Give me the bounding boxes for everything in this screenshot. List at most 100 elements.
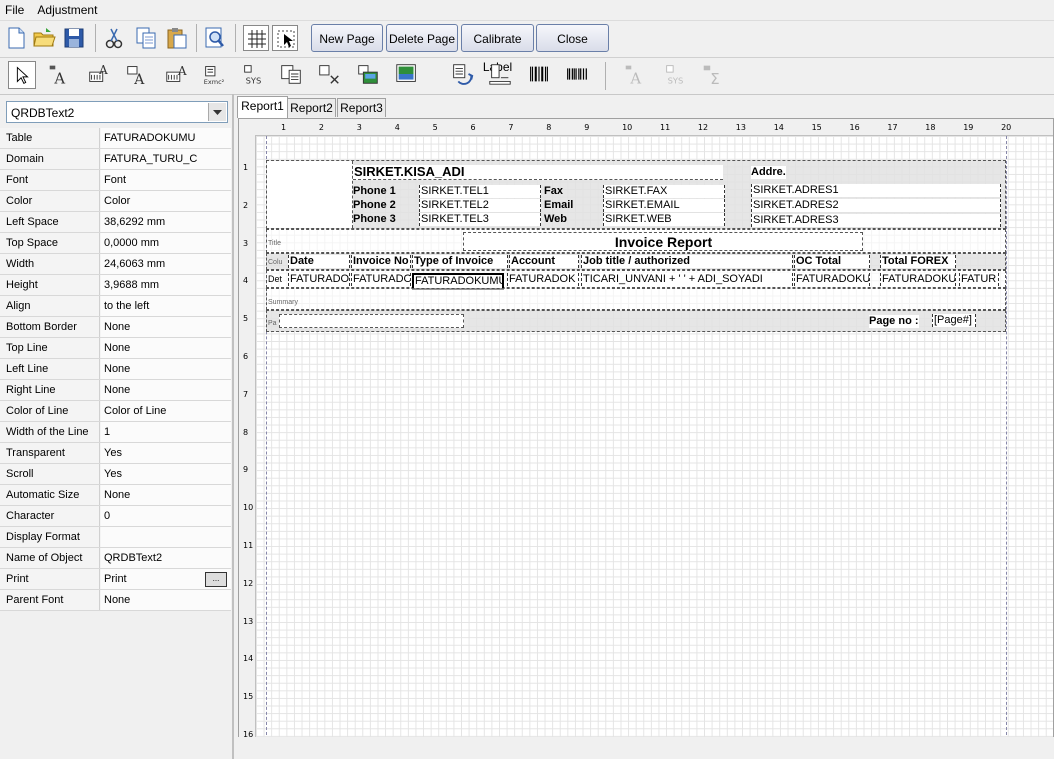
property-row[interactable]: Transparent Yes — [0, 443, 231, 464]
address1-field[interactable]: SIRKET.ADRES1 — [751, 184, 1001, 197]
property-row[interactable]: Automatic Size None — [0, 485, 231, 506]
fax-field[interactable]: SIRKET.FAX — [603, 185, 725, 198]
delete-page-button[interactable]: Delete Page — [386, 24, 458, 52]
shape-tool-icon[interactable] — [316, 61, 344, 89]
property-value[interactable]: Color of Line — [101, 401, 231, 421]
tab-report1[interactable]: Report1 — [237, 96, 288, 118]
barcode2-tool-icon[interactable] — [564, 61, 592, 89]
property-value[interactable]: 38,6292 mm — [101, 212, 231, 232]
menu-file[interactable]: File — [0, 0, 29, 17]
web-field[interactable]: SIRKET.WEB — [603, 213, 725, 226]
property-value[interactable]: 24,6063 mm — [101, 254, 231, 274]
address-label[interactable]: Addre. — [751, 166, 786, 179]
horizontal-scrollbar[interactable] — [238, 737, 1054, 759]
tel2-field[interactable]: SIRKET.TEL2 — [419, 199, 541, 212]
save-icon[interactable] — [61, 25, 87, 51]
component-select[interactable]: QRDBText2 — [6, 101, 228, 123]
property-value[interactable]: Color — [101, 191, 231, 211]
report-canvas[interactable]: SIRKET.KISA_ADI Phone 1 Phone 2 Phone 3 … — [256, 136, 1053, 758]
detail-job-title-field[interactable]: TICARI_UNVANI + ' ' + ADI_SOYADI — [581, 273, 793, 286]
memo-tool-icon[interactable] — [278, 61, 306, 89]
paste-icon[interactable] — [164, 25, 190, 51]
label-tool-icon[interactable]: A — [46, 61, 74, 89]
panel-splitter[interactable] — [232, 94, 234, 759]
property-row[interactable]: Height 3,9688 mm — [0, 275, 231, 296]
property-row[interactable]: Align to the left — [0, 296, 231, 317]
cut-icon[interactable] — [101, 25, 127, 51]
header-account[interactable]: Account — [509, 255, 579, 268]
image-tool-icon[interactable] — [355, 61, 383, 89]
property-value[interactable]: Yes — [101, 443, 231, 463]
property-row[interactable]: Print Print... — [0, 569, 231, 590]
select-pointer-icon[interactable] — [8, 61, 36, 89]
copy-icon[interactable] — [133, 25, 159, 51]
property-value[interactable] — [101, 527, 231, 547]
property-row[interactable]: Top Space 0,0000 mm — [0, 233, 231, 254]
detail-account-field[interactable]: FATURADOK — [507, 273, 579, 286]
chevron-down-icon[interactable] — [208, 103, 226, 121]
header-oc-total[interactable]: OC Total — [794, 255, 870, 268]
property-row[interactable]: Parent Font None — [0, 590, 231, 611]
page-no-label[interactable]: Page no : — [869, 315, 919, 328]
property-row[interactable]: Left Line None — [0, 359, 231, 380]
open-folder-icon[interactable] — [31, 25, 57, 51]
email-label[interactable]: Email — [544, 199, 573, 212]
property-row[interactable]: Bottom Border None — [0, 317, 231, 338]
logo-image[interactable] — [267, 161, 353, 228]
address2-field[interactable]: SIRKET.ADRES2 — [751, 199, 1001, 212]
footer-empty-field[interactable] — [279, 314, 464, 328]
property-value[interactable]: 0 — [101, 506, 231, 526]
property-value[interactable]: None — [101, 338, 231, 358]
property-row[interactable]: Table FATURADOKUMU — [0, 128, 231, 149]
property-row[interactable]: Color Color — [0, 191, 231, 212]
page-header-band[interactable]: SIRKET.KISA_ADI Phone 1 Phone 2 Phone 3 … — [266, 160, 1006, 229]
detail-total-forex-field[interactable]: FATURADOKU — [880, 273, 956, 286]
db-image-tool-icon[interactable] — [394, 61, 422, 89]
calibrate-label-button[interactable]: Calibrate Label — [461, 24, 534, 74]
snap-to-grid-icon[interactable] — [272, 25, 298, 51]
new-file-icon[interactable] — [3, 25, 29, 51]
summary-band[interactable]: Summary — [266, 288, 1006, 310]
header-total-forex[interactable]: Total FOREX — [880, 255, 956, 268]
property-value[interactable]: Font — [101, 170, 231, 190]
db-text-tool-icon[interactable]: A — [86, 61, 114, 89]
address3-field[interactable]: SIRKET.ADRES3 — [751, 214, 1001, 227]
fax-label[interactable]: Fax — [544, 185, 563, 198]
detail-band[interactable]: Det FATURADO FATURADO FATURADOKUMU FATUR… — [266, 270, 1006, 290]
tab-report3[interactable]: Report3 — [337, 98, 386, 117]
property-value[interactable]: FATURADOKUMU — [101, 128, 231, 148]
preview-icon[interactable] — [202, 25, 228, 51]
property-row[interactable]: Font Font — [0, 170, 231, 191]
property-value[interactable]: 1 — [101, 422, 231, 442]
rich-text-tool-icon[interactable]: A — [164, 61, 192, 89]
detail-invoice-no-field[interactable]: FATURADO — [351, 273, 411, 286]
company-name-field[interactable]: SIRKET.KISA_ADI — [353, 165, 723, 180]
tel3-field[interactable]: SIRKET.TEL3 — [419, 213, 541, 226]
email-field[interactable]: SIRKET.EMAIL — [603, 199, 725, 212]
property-value[interactable]: to the left — [101, 296, 231, 316]
property-value[interactable]: None — [101, 359, 231, 379]
ellipsis-button[interactable]: ... — [205, 572, 227, 587]
property-value[interactable]: None — [101, 590, 231, 610]
property-value[interactable]: 0,0000 mm — [101, 233, 231, 253]
expression-tool-icon[interactable]: Exmc² — [201, 61, 229, 89]
property-value[interactable]: 3,9688 mm — [101, 275, 231, 295]
property-row[interactable]: Width 24,6063 mm — [0, 254, 231, 275]
header-invoice-no[interactable]: Invoice No — [351, 255, 411, 268]
page-footer-band[interactable]: Pa Page no : [Page#] — [266, 310, 1006, 332]
property-row[interactable]: Right Line None — [0, 380, 231, 401]
invoice-report-title[interactable]: Invoice Report — [463, 232, 863, 251]
grid-toggle-icon[interactable] — [243, 25, 269, 51]
phone1-label[interactable]: Phone 1 — [353, 185, 396, 198]
web-label[interactable]: Web — [544, 213, 567, 226]
property-value[interactable]: FATURA_TURU_C — [101, 149, 231, 169]
phone3-label[interactable]: Phone 3 — [353, 213, 396, 226]
page-number-field[interactable]: [Page#] — [932, 314, 976, 327]
header-job-title[interactable]: Job title / authorized — [581, 255, 793, 268]
group-band-tool-icon[interactable] — [487, 61, 515, 89]
tel1-field[interactable]: SIRKET.TEL1 — [419, 185, 541, 198]
property-value[interactable]: QRDBText2 — [101, 548, 231, 568]
property-row[interactable]: Display Format — [0, 527, 231, 548]
detail-oc-total-field[interactable]: FATURADOKU — [794, 273, 870, 286]
phone2-label[interactable]: Phone 2 — [353, 199, 396, 212]
